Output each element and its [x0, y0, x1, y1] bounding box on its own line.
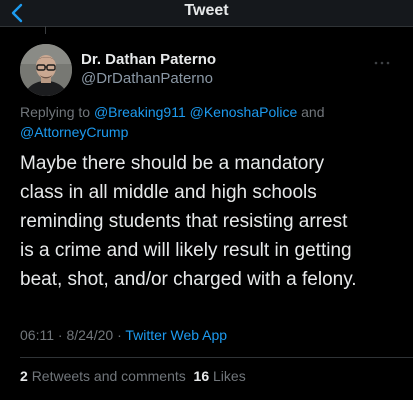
more-horizontal-icon	[374, 61, 390, 65]
tweet-time: 06:11	[20, 327, 54, 343]
mention-link[interactable]: @KenoshaPolice	[190, 104, 298, 120]
divider	[20, 357, 413, 358]
likes-stat[interactable]: 16 Likes	[194, 368, 246, 384]
author-display-name[interactable]: Dr. Dathan Paterno	[81, 51, 216, 68]
tweet-text-line: class in all middle and high schools	[20, 182, 317, 203]
tweet-text: Maybe there should be a mandatory class …	[20, 149, 412, 294]
likes-label: Likes	[213, 368, 246, 384]
likes-count: 16	[193, 368, 210, 384]
reply-context: Replying to @Breaking911 @KenoshaPolice …	[20, 102, 400, 142]
mention-link[interactable]: @Breaking911	[94, 104, 186, 120]
tweet-text-line: reminding students that resisting arrest	[20, 211, 348, 232]
retweets-stat[interactable]: 2 Retweets and comments	[20, 368, 186, 384]
author-handle[interactable]: @DrDathanPaterno	[81, 70, 213, 87]
more-button[interactable]	[372, 55, 392, 65]
thread-line	[45, 26, 46, 34]
retweets-count: 2	[20, 368, 28, 384]
meta-separator: ·	[57, 327, 63, 343]
top-bar: Tweet	[0, 0, 413, 27]
reply-conjunction: and	[301, 104, 325, 120]
avatar-photo	[20, 44, 72, 96]
reply-prefix: Replying to	[20, 104, 91, 120]
tweet-text-line: is a crime and will likely result in get…	[20, 240, 352, 261]
avatar[interactable]	[20, 44, 72, 96]
tweet-source-link[interactable]: Twitter Web App	[125, 327, 227, 343]
retweets-label: Retweets and comments	[31, 368, 186, 384]
page-title: Tweet	[184, 2, 229, 19]
tweet-text-line: Maybe there should be a mandatory	[20, 153, 325, 174]
tweet-date: 8/24/20	[66, 327, 114, 343]
tweet-text-line: beat, shot, and/or charged with a felony…	[20, 269, 357, 290]
meta-separator: ·	[117, 327, 122, 343]
mention-link[interactable]: @AttorneyCrump	[20, 124, 128, 140]
engagement-stats: 2 Retweets and comments 16 Likes	[20, 368, 246, 384]
tweet-metadata: 06:11 · 8/24/20 · Twitter Web App	[20, 327, 227, 343]
